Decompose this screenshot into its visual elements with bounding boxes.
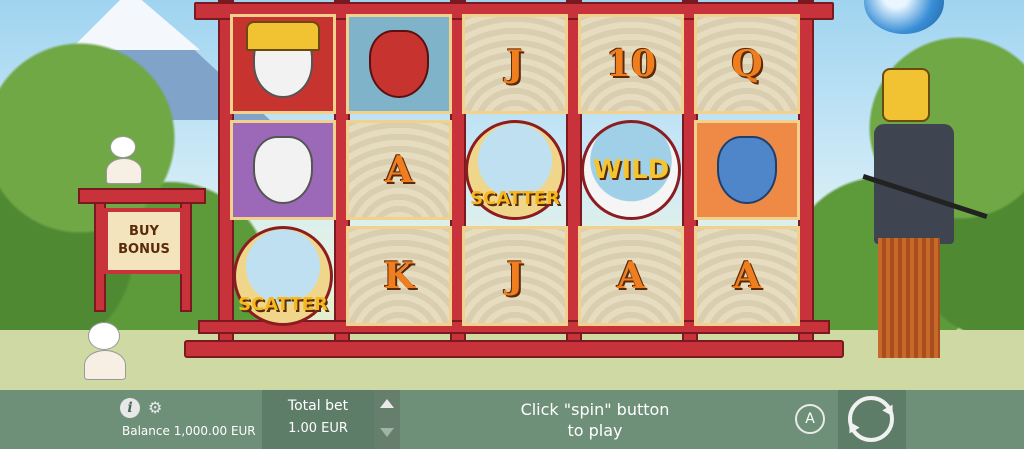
pagoda-icon: WILD — [581, 120, 681, 220]
info-icon[interactable]: i — [120, 398, 140, 418]
symbol-letter: J — [462, 226, 568, 326]
spin-panel — [838, 390, 906, 449]
symbol-label: SCATTER — [470, 188, 560, 209]
symbol-letter: J — [462, 14, 568, 114]
total-bet-value: 1.00 EUR — [288, 421, 348, 436]
autoplay-button[interactable]: A — [795, 404, 825, 434]
reel-grid: J 10 Q A SCATTER WILD SCATTER K J A A — [230, 14, 800, 326]
symbol-label: 10 — [605, 43, 657, 85]
geisha-mask-icon — [253, 136, 313, 204]
samurai-character — [860, 68, 988, 378]
symbol-blue-samurai — [694, 120, 800, 220]
torii-gate-icon: SCATTER — [233, 226, 333, 326]
control-bar: i ⚙ Balance 1,000.00 EUR Total bet 1.00 … — [0, 390, 1024, 449]
symbol-scatter: SCATTER — [230, 226, 336, 326]
samurai-hakama — [878, 238, 940, 358]
symbol-letter: 10 — [578, 14, 684, 114]
symbol-wild: WILD — [578, 120, 684, 220]
teru-teru-doll — [106, 136, 142, 184]
game-scene: J 10 Q A SCATTER WILD SCATTER K J A A BU… — [0, 0, 1024, 390]
symbol-red-demon — [346, 14, 452, 114]
frame-post — [798, 0, 814, 344]
doll-head — [88, 322, 120, 350]
samurai-helmet — [882, 68, 930, 122]
buy-bonus-line1: BUY — [129, 224, 159, 239]
spin-button[interactable] — [844, 396, 898, 442]
total-bet-label: Total bet — [287, 398, 349, 414]
doll-head — [110, 136, 136, 158]
symbol-label: SCATTER — [238, 294, 328, 315]
buy-bonus-line2: BONUS — [118, 242, 170, 257]
symbol-label: J — [506, 43, 524, 85]
symbol-letter: K — [346, 226, 452, 326]
doll-body — [84, 350, 126, 380]
buy-bonus-sign: BUY BONUS — [78, 188, 206, 312]
symbol-label: A — [385, 149, 413, 191]
symbol-label: A — [617, 255, 645, 297]
total-bet-panel: Total bet 1.00 EUR — [262, 390, 374, 449]
sign-roof — [78, 188, 206, 204]
bet-decrease-icon[interactable] — [380, 428, 394, 437]
symbol-scatter: SCATTER — [462, 120, 568, 220]
status-message: Click "spin" button to play — [480, 399, 710, 441]
symbol-letter: A — [578, 226, 684, 326]
symbol-samurai-mask — [230, 14, 336, 114]
symbol-label: WILD — [592, 155, 670, 185]
symbol-label: A — [733, 255, 761, 297]
buy-bonus-button[interactable]: BUY BONUS — [104, 208, 184, 274]
doll-body — [106, 158, 142, 184]
symbol-letter: Q — [694, 14, 800, 114]
samurai-face-icon — [717, 136, 777, 204]
symbol-letter: A — [694, 226, 800, 326]
balance-label: Balance — [122, 424, 170, 438]
helmet-icon — [246, 21, 320, 51]
symbol-label: Q — [731, 43, 763, 85]
teru-teru-doll — [84, 322, 126, 380]
gear-icon[interactable]: ⚙ — [148, 398, 164, 418]
demon-mask-icon — [369, 30, 429, 98]
torii-gate-icon: SCATTER — [465, 120, 565, 220]
symbol-letter: A — [346, 120, 452, 220]
symbol-label: J — [506, 255, 524, 297]
status-message-line2: to play — [567, 421, 623, 440]
bet-stepper — [374, 390, 400, 449]
spin-arrow-icon — [844, 421, 860, 437]
balance-display: Balance 1,000.00 EUR — [122, 424, 256, 438]
spin-arrow-icon — [882, 401, 898, 417]
symbol-label: K — [383, 255, 415, 297]
bet-increase-icon[interactable] — [380, 399, 394, 408]
symbol-geisha-mask — [230, 120, 336, 220]
status-message-line1: Click "spin" button — [520, 400, 670, 419]
balance-value: 1,000.00 EUR — [173, 424, 256, 438]
frame-base — [184, 340, 844, 358]
